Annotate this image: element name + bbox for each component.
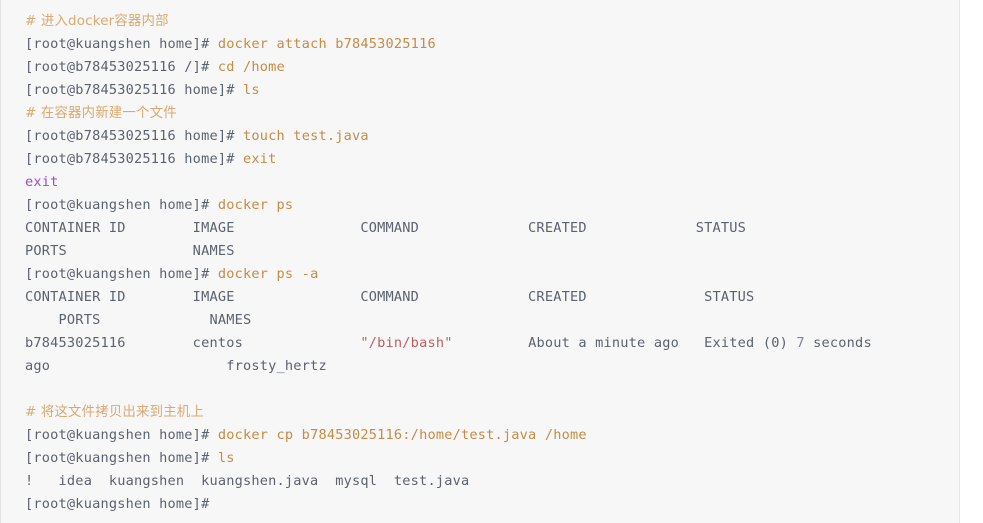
terminal-line-cmd-ls-in-container: [root@b78453025116 home]# ls — [25, 79, 959, 102]
segment-output: ! idea kuangshen kuangshen.java mysql te… — [25, 473, 470, 489]
terminal-line-cmd-final-prompt: [root@kuangshen home]# — [25, 493, 959, 516]
segment-output: ago frosty_hertz — [25, 358, 327, 374]
terminal-output-block[interactable]: # 进入docker容器内部 [root@kuangshen home]# doc… — [0, 0, 960, 523]
terminal-line-cmd-docker-ps: [root@kuangshen home]# docker ps — [25, 194, 959, 217]
segment-command: exit — [243, 151, 277, 167]
segment-number: 7 — [796, 335, 805, 351]
terminal-line-out-ls-host: ! idea kuangshen kuangshen.java mysql te… — [25, 470, 959, 493]
segment-command: ls — [217, 450, 235, 466]
segment-output: b78453025116 centos — [25, 335, 361, 351]
terminal-line-out-ps-header-2: PORTS NAMES — [25, 240, 959, 263]
terminal-line-cmd-cd-home: [root@b78453025116 /]# cd /home — [25, 56, 959, 79]
segment-comment: # 在容器内新建一个文件 — [25, 106, 177, 121]
segment-prompt: [root@kuangshen home]# — [25, 36, 218, 52]
segment-prompt: [root@kuangshen home]# — [25, 450, 218, 466]
terminal-line-out-psa-row-1: b78453025116 centos "/bin/bash" About a … — [25, 332, 959, 355]
segment-prompt: [root@kuangshen home]# — [25, 427, 218, 443]
segment-command: docker cp b78453025116:/home/test.java /… — [217, 427, 587, 443]
segment-command: cd /home — [217, 59, 285, 75]
terminal-line-cmd-exit: [root@b78453025116 home]# exit — [25, 148, 959, 171]
segment-prompt: [root@b78453025116 home]# — [25, 128, 243, 144]
segment-exit: exit — [25, 174, 59, 190]
segment-comment: # 进入docker容器内部 — [25, 14, 169, 29]
terminal-line-out-psa-header-1: CONTAINER ID IMAGE COMMAND CREATED STATU… — [25, 286, 959, 309]
terminal-line-cmd-touch-testjava: [root@b78453025116 home]# touch test.jav… — [25, 125, 959, 148]
terminal-line-out-psa-header-2: PORTS NAMES — [25, 309, 959, 332]
segment-output: PORTS NAMES — [25, 243, 235, 259]
terminal-line-cmd-docker-ps-a: [root@kuangshen home]# docker ps -a — [25, 263, 959, 286]
segment-comment: # 将这文件拷贝出来到主机上 — [25, 405, 204, 420]
segment-output — [25, 381, 33, 397]
segment-output: CONTAINER ID IMAGE COMMAND CREATED STATU… — [25, 289, 755, 305]
terminal-line-cmd-docker-attach: [root@kuangshen home]# docker attach b78… — [25, 33, 959, 56]
terminal-line-comment-enter-container: # 进入docker容器内部 — [25, 10, 959, 33]
segment-prompt: [root@b78453025116 /]# — [25, 59, 218, 75]
segment-command: docker attach b78453025116 — [217, 36, 436, 52]
segment-command: docker ps — [217, 197, 294, 213]
terminal-line-out-exit: exit — [25, 171, 959, 194]
segment-command: docker ps -a — [217, 266, 319, 282]
segment-output: About a minute ago Exited (0) — [452, 335, 797, 351]
terminal-line-cmd-ls-host: [root@kuangshen home]# ls — [25, 447, 959, 470]
segment-prompt: [root@kuangshen home]# — [25, 496, 210, 512]
terminal-line-cmd-docker-cp: [root@kuangshen home]# docker cp b784530… — [25, 424, 959, 447]
terminal-line-out-psa-row-1-cont: ago frosty_hertz — [25, 355, 959, 378]
segment-prompt: [root@b78453025116 home]# — [25, 82, 243, 98]
segment-string: "/bin/bash" — [360, 335, 453, 351]
terminal-line-spacer-1 — [25, 378, 959, 401]
segment-prompt: [root@kuangshen home]# — [25, 266, 218, 282]
terminal-line-comment-copy-to-host: # 将这文件拷贝出来到主机上 — [25, 401, 959, 424]
segment-command: touch test.java — [243, 128, 369, 144]
terminal-line-comment-new-file: # 在容器内新建一个文件 — [25, 102, 959, 125]
segment-prompt: [root@b78453025116 home]# — [25, 151, 243, 167]
segment-prompt: [root@kuangshen home]# — [25, 197, 218, 213]
terminal-line-out-ps-header-1: CONTAINER ID IMAGE COMMAND CREATED STATU… — [25, 217, 959, 240]
segment-command: ls — [243, 82, 260, 98]
segment-output: CONTAINER ID IMAGE COMMAND CREATED STATU… — [25, 220, 747, 236]
segment-output: PORTS NAMES — [25, 312, 252, 328]
segment-output: seconds — [804, 335, 872, 351]
